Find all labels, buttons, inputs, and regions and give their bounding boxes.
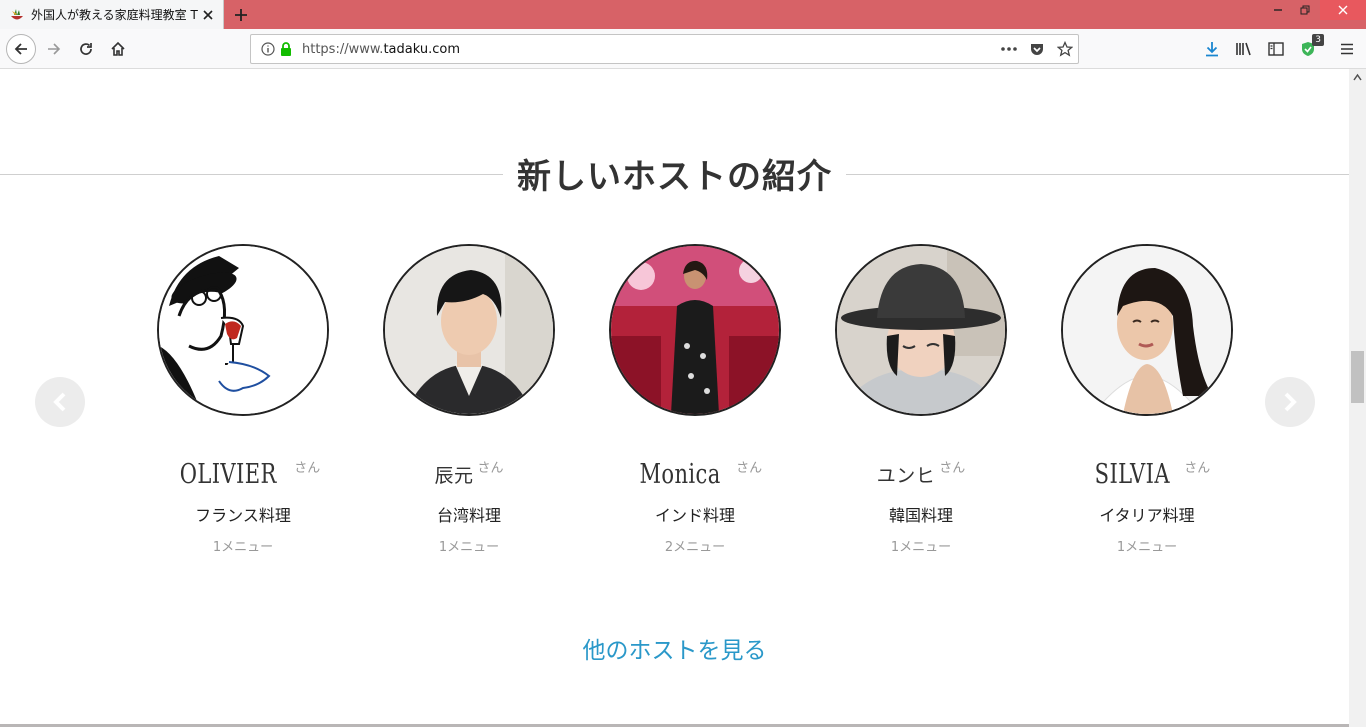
shield-extension-button[interactable]: 3 <box>1294 34 1324 63</box>
host-honorific: さん <box>477 461 504 476</box>
info-icon[interactable] <box>259 40 277 58</box>
secure-lock-icon[interactable] <box>277 40 295 58</box>
reload-icon <box>80 43 92 55</box>
tab-title: 外国人が教える家庭料理教室 T <box>31 8 198 22</box>
library-button[interactable] <box>1230 35 1258 63</box>
host-menu-count: 1メニュー <box>438 540 500 555</box>
host-cuisine: 韓国料理 <box>888 506 953 525</box>
host-photo <box>611 246 779 414</box>
home-button[interactable] <box>104 35 132 63</box>
host-cuisine: フランス料理 <box>195 506 291 525</box>
url-text[interactable]: https://www.tadaku.com <box>302 42 460 57</box>
host-photo <box>1063 246 1231 414</box>
scroll-up-icon[interactable] <box>1353 73 1362 82</box>
close-tab-icon[interactable] <box>199 6 217 24</box>
host-cuisine: インド料理 <box>654 506 735 525</box>
host-menu-count: 2メニュー <box>664 540 726 555</box>
host-photo <box>837 246 1005 414</box>
host-name[interactable]: ユンヒ <box>877 461 936 488</box>
host-card[interactable]: Monica さん インド料理 2メニュー <box>595 244 795 555</box>
downloads-button[interactable] <box>1198 35 1226 63</box>
reload-button[interactable] <box>72 35 100 63</box>
site-favicon-icon <box>11 8 23 19</box>
host-card[interactable]: ユンヒ さん 韓国料理 1メニュー <box>821 244 1021 555</box>
host-name[interactable]: 辰元 <box>434 461 473 488</box>
download-icon <box>1206 42 1218 57</box>
host-photo <box>385 246 553 414</box>
restore-window-icon[interactable] <box>1290 0 1320 20</box>
host-name[interactable]: Silvia <box>1094 459 1169 490</box>
carousel-next-button[interactable] <box>1265 377 1315 427</box>
see-more-hosts-link[interactable]: 他のホストを見る <box>0 631 1349 665</box>
section-title: 新しいホストの紹介 <box>0 149 1349 198</box>
host-name[interactable]: Monica <box>639 459 720 490</box>
vertical-scrollbar[interactable] <box>1349 69 1366 727</box>
new-tab-button[interactable] <box>228 2 254 28</box>
sidebar-button[interactable] <box>1262 35 1290 63</box>
carousel-prev-button[interactable] <box>35 377 85 427</box>
host-illustration <box>159 246 327 414</box>
host-avatar[interactable] <box>609 244 781 416</box>
extension-badge: 3 <box>1312 34 1324 46</box>
bookmark-star-icon[interactable] <box>1056 40 1074 58</box>
host-card[interactable]: Silvia さん イタリア料理 1メニュー <box>1047 244 1247 555</box>
chevron-right-icon <box>1284 392 1297 412</box>
host-avatar[interactable] <box>157 244 329 416</box>
host-honorific: さん <box>939 461 966 476</box>
hamburger-menu-icon <box>1341 43 1353 55</box>
host-card[interactable]: Olivier さん フランス料理 1メニュー <box>143 244 343 555</box>
host-cuisine: 台湾料理 <box>436 506 501 525</box>
host-menu-count: 1メニュー <box>890 540 952 555</box>
host-honorific: さん <box>736 461 763 476</box>
arrow-right-icon <box>48 43 61 55</box>
browser-tab[interactable]: 外国人が教える家庭料理教室 T <box>0 0 224 29</box>
arrow-left-icon <box>14 43 27 55</box>
host-avatar[interactable] <box>1061 244 1233 416</box>
host-cuisine: イタリア料理 <box>1099 506 1195 525</box>
sidebar-icon <box>1268 42 1284 56</box>
host-honorific: さん <box>1184 461 1211 476</box>
browser-toolbar: https://www.tadaku.com 3 <box>0 29 1366 69</box>
host-menu-count: 1メニュー <box>1116 540 1178 555</box>
host-honorific: さん <box>294 461 321 476</box>
address-bar[interactable]: https://www.tadaku.com <box>250 34 1079 64</box>
pocket-icon[interactable] <box>1028 40 1046 58</box>
page-viewport: 新しいホストの紹介 Olivier さん <box>0 69 1349 727</box>
close-window-icon[interactable] <box>1320 0 1366 20</box>
minimize-window-icon[interactable] <box>1263 0 1293 20</box>
library-icon <box>1236 42 1251 56</box>
host-name[interactable]: Olivier <box>179 459 276 490</box>
host-avatar[interactable] <box>383 244 555 416</box>
host-menu-count: 1メニュー <box>212 540 274 555</box>
url-prefix: https://www. <box>302 41 384 57</box>
host-card[interactable]: 辰元 さん 台湾料理 1メニュー <box>369 244 569 555</box>
menu-button[interactable] <box>1333 35 1361 63</box>
page-actions-icon[interactable] <box>1000 40 1018 58</box>
chevron-left-icon <box>53 392 66 412</box>
browser-titlebar: 外国人が教える家庭料理教室 T <box>0 0 1366 29</box>
url-domain: tadaku.com <box>383 41 460 57</box>
scrollbar-thumb[interactable] <box>1351 351 1364 403</box>
home-icon <box>111 41 125 56</box>
forward-button[interactable] <box>40 35 68 63</box>
back-button[interactable] <box>6 34 36 64</box>
host-avatar[interactable] <box>835 244 1007 416</box>
